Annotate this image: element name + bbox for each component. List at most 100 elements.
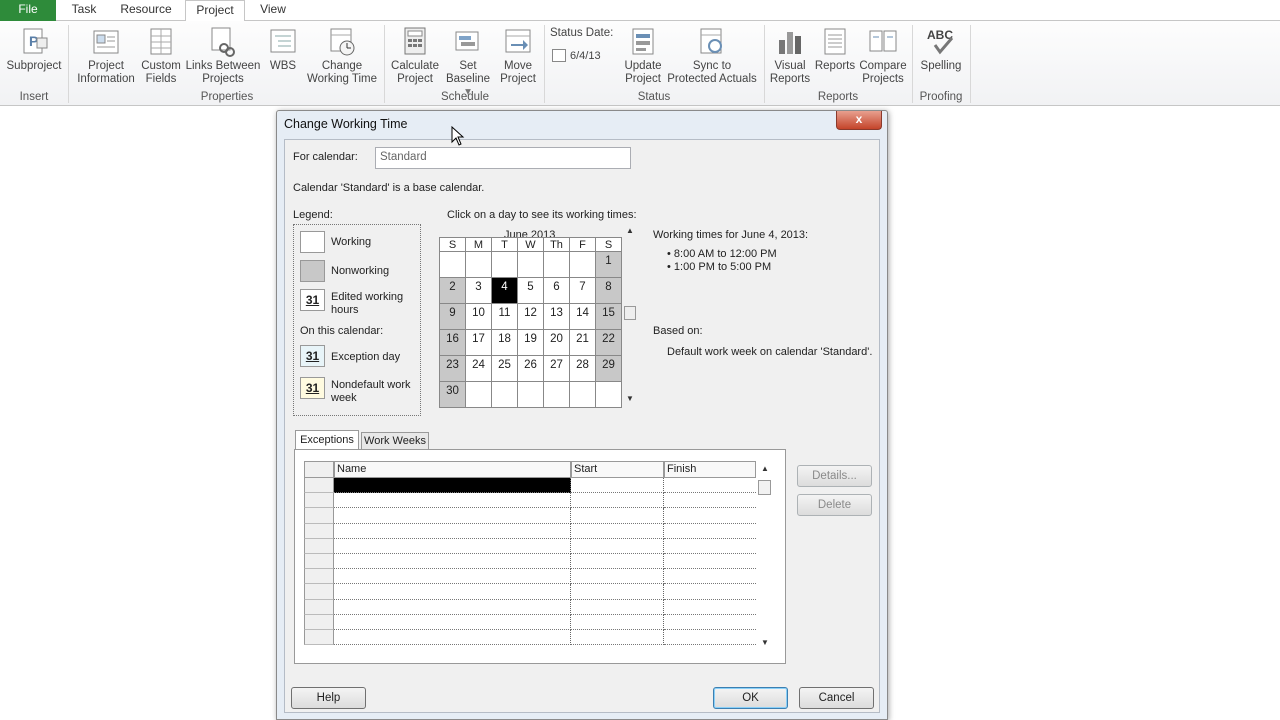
wbs-button[interactable]: WBS xyxy=(264,26,302,73)
table-row[interactable] xyxy=(304,538,756,554)
calendar-day[interactable]: 30 xyxy=(439,381,466,408)
calendar-day[interactable]: 29 xyxy=(595,355,622,382)
cell-finish[interactable] xyxy=(664,539,756,554)
visual-reports-button[interactable]: Visual Reports xyxy=(768,26,812,86)
cell-start[interactable] xyxy=(571,614,664,630)
cell-start[interactable] xyxy=(571,630,664,646)
cell-start[interactable] xyxy=(571,523,664,539)
subproject-button[interactable]: P Subproject xyxy=(4,26,64,73)
cell-name[interactable] xyxy=(334,569,571,585)
calendar-day[interactable]: 5 xyxy=(517,277,544,304)
calendar-day[interactable]: 4 xyxy=(491,277,518,304)
custom-fields-button[interactable]: Custom Fields xyxy=(140,26,182,86)
row-header[interactable] xyxy=(304,630,334,646)
update-project-button[interactable]: Update Project xyxy=(620,26,666,86)
cell-name[interactable] xyxy=(334,614,571,630)
compare-projects-button[interactable]: Compare Projects xyxy=(858,26,908,86)
calendar-day[interactable]: 28 xyxy=(569,355,596,382)
table-row[interactable] xyxy=(304,599,756,615)
help-button[interactable]: Help xyxy=(291,687,366,709)
cell-start[interactable] xyxy=(571,508,664,524)
row-header[interactable] xyxy=(304,538,334,554)
tab-task[interactable]: Task xyxy=(60,0,108,21)
tab-resource[interactable]: Resource xyxy=(112,0,180,21)
calendar-day[interactable]: 3 xyxy=(465,277,492,304)
cell-finish[interactable] xyxy=(664,630,756,646)
calendar-day[interactable]: 22 xyxy=(595,329,622,356)
calculate-project-button[interactable]: Calculate Project xyxy=(388,26,442,86)
row-header[interactable] xyxy=(304,599,334,615)
links-between-projects-button[interactable]: Links Between Projects xyxy=(184,26,262,86)
cell-start[interactable] xyxy=(571,538,664,554)
calendar-day[interactable]: 25 xyxy=(491,355,518,382)
table-row[interactable] xyxy=(304,523,756,539)
set-baseline-button[interactable]: Set Baseline ▾ xyxy=(442,26,494,99)
calendar-day[interactable]: 15 xyxy=(595,303,622,330)
cell-finish[interactable] xyxy=(664,478,756,494)
calendar-day[interactable]: 2 xyxy=(439,277,466,304)
cell-name[interactable] xyxy=(334,508,571,524)
cell-start[interactable] xyxy=(571,584,664,600)
cell-name[interactable] xyxy=(334,584,571,600)
for-calendar-select[interactable]: Standard xyxy=(375,147,631,169)
table-row[interactable] xyxy=(304,584,756,600)
row-header[interactable] xyxy=(304,569,334,585)
cell-name[interactable] xyxy=(334,538,571,554)
cell-finish[interactable] xyxy=(664,584,756,600)
calendar-day[interactable]: 9 xyxy=(439,303,466,330)
calendar-day[interactable]: 6 xyxy=(543,277,570,304)
grid-scroll-down-icon[interactable]: ▼ xyxy=(761,638,769,647)
change-working-time-button[interactable]: Change Working Time xyxy=(304,26,380,86)
grid-scrollbar[interactable]: ▲ ▼ xyxy=(756,461,772,651)
tab-exceptions[interactable]: Exceptions xyxy=(295,430,359,450)
grid-header-start[interactable]: Start xyxy=(571,461,664,478)
status-date-field[interactable]: 6/4/13 xyxy=(552,49,618,65)
calendar-day[interactable]: 21 xyxy=(569,329,596,356)
cell-start[interactable] xyxy=(571,554,664,570)
calendar-day[interactable]: 16 xyxy=(439,329,466,356)
table-row[interactable] xyxy=(304,478,756,494)
cell-name[interactable] xyxy=(334,493,571,509)
cell-finish[interactable] xyxy=(664,569,756,585)
calendar-day[interactable]: 7 xyxy=(569,277,596,304)
calendar-day[interactable]: 12 xyxy=(517,303,544,330)
tab-file[interactable]: File xyxy=(0,0,56,21)
calendar-day[interactable]: 20 xyxy=(543,329,570,356)
grid-header-name[interactable]: Name xyxy=(334,461,571,478)
reports-button[interactable]: Reports xyxy=(812,26,858,73)
calendar-day[interactable]: 24 xyxy=(465,355,492,382)
cell-start[interactable] xyxy=(571,599,664,615)
tab-work-weeks[interactable]: Work Weeks xyxy=(361,432,429,450)
tab-project[interactable]: Project xyxy=(185,0,245,22)
cell-finish[interactable] xyxy=(664,493,756,509)
cell-finish[interactable] xyxy=(664,508,756,524)
row-header[interactable] xyxy=(304,614,334,630)
cell-finish[interactable] xyxy=(664,600,756,615)
ok-button[interactable]: OK xyxy=(713,687,788,709)
sync-protected-actuals-button[interactable]: Sync to Protected Actuals xyxy=(666,26,758,86)
calendar-day[interactable]: 26 xyxy=(517,355,544,382)
row-header[interactable] xyxy=(304,493,334,509)
calendar-day[interactable]: 10 xyxy=(465,303,492,330)
grid-header-finish[interactable]: Finish xyxy=(664,461,756,478)
scroll-thumb[interactable] xyxy=(624,306,636,320)
row-header[interactable] xyxy=(304,478,334,494)
row-header[interactable] xyxy=(304,508,334,524)
cell-name[interactable] xyxy=(334,554,571,570)
table-row[interactable] xyxy=(304,508,756,524)
calendar-day[interactable]: 19 xyxy=(517,329,544,356)
table-row[interactable] xyxy=(304,554,756,570)
cell-start[interactable] xyxy=(571,493,664,509)
cell-name[interactable] xyxy=(334,478,571,494)
grid-scroll-up-icon[interactable]: ▲ xyxy=(761,464,769,473)
delete-button[interactable]: Delete xyxy=(797,494,872,516)
cell-name[interactable] xyxy=(334,599,571,615)
calendar-day[interactable]: 11 xyxy=(491,303,518,330)
row-header[interactable] xyxy=(304,554,334,570)
calendar-day[interactable]: 8 xyxy=(595,277,622,304)
table-row[interactable] xyxy=(304,630,756,646)
table-row[interactable] xyxy=(304,614,756,630)
table-row[interactable] xyxy=(304,569,756,585)
cancel-button[interactable]: Cancel xyxy=(799,687,874,709)
cell-start[interactable] xyxy=(571,478,664,494)
